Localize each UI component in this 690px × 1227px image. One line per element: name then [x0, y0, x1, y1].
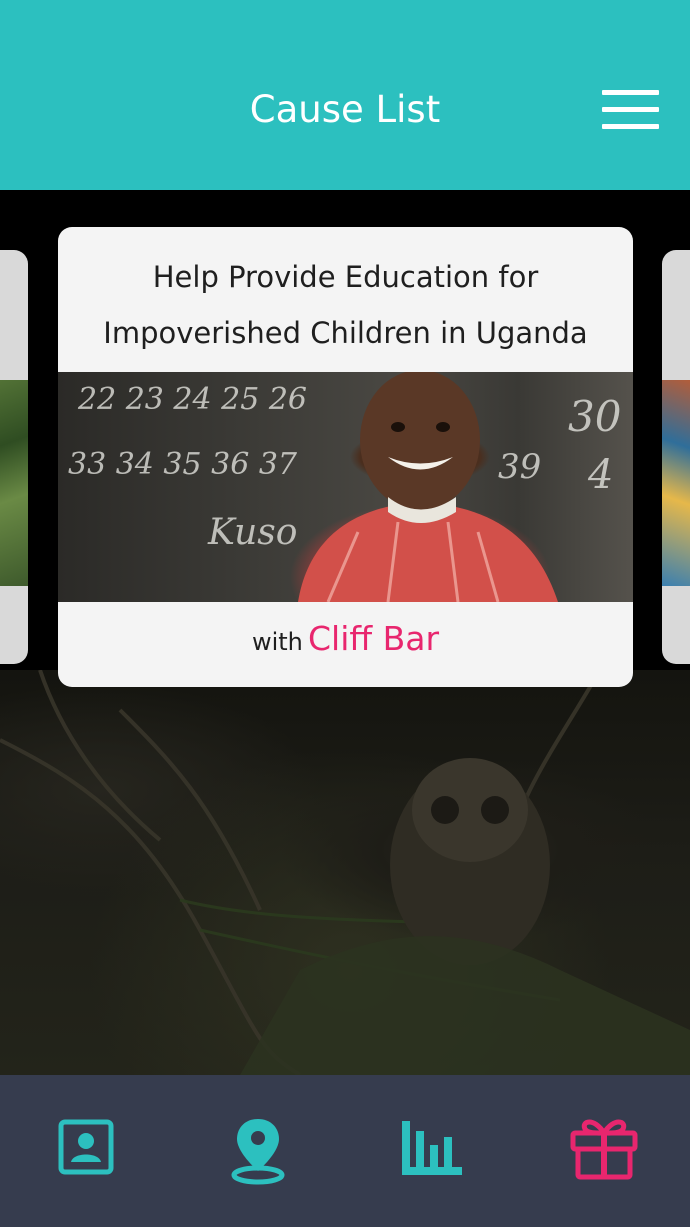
- page-title: Cause List: [249, 88, 441, 131]
- cause-title-line-2: Impoverished Children in Uganda: [103, 316, 588, 350]
- cause-image: 22 23 24 25 26 33 34 35 36 37 Kuso 39 30…: [58, 372, 633, 602]
- with-label: with: [251, 628, 303, 656]
- cause-title: Help Provide Education for Impoverished …: [68, 249, 623, 361]
- cause-carousel[interactable]: Help Provide Education for Impoverished …: [0, 190, 690, 1075]
- hamburger-menu-icon[interactable]: [602, 90, 659, 130]
- previous-cause-image: [0, 380, 28, 586]
- app-header: Cause List: [0, 0, 690, 190]
- next-cause-card[interactable]: [662, 250, 690, 664]
- child-figure: [298, 372, 558, 602]
- sponsor-line: with Cliff Bar: [58, 619, 633, 658]
- owl-background-image: [0, 670, 690, 1075]
- tab-stats[interactable]: [344, 1075, 516, 1227]
- bottom-tab-bar: [0, 1075, 690, 1227]
- owl-scene-illustration: [0, 670, 690, 1075]
- tab-profile[interactable]: [0, 1075, 172, 1227]
- sponsor-name[interactable]: Cliff Bar: [308, 619, 439, 658]
- cause-card[interactable]: Help Provide Education for Impoverished …: [58, 227, 633, 687]
- bar-chart-icon: [402, 1121, 462, 1175]
- tab-rewards[interactable]: [516, 1075, 688, 1227]
- previous-cause-card[interactable]: [0, 250, 28, 664]
- next-cause-image: [662, 380, 690, 586]
- cause-title-line-1: Help Provide Education for: [152, 260, 539, 294]
- profile-icon: [58, 1119, 114, 1175]
- gift-icon: [570, 1119, 638, 1180]
- tab-location[interactable]: [172, 1075, 344, 1227]
- location-pin-icon: [231, 1119, 285, 1185]
